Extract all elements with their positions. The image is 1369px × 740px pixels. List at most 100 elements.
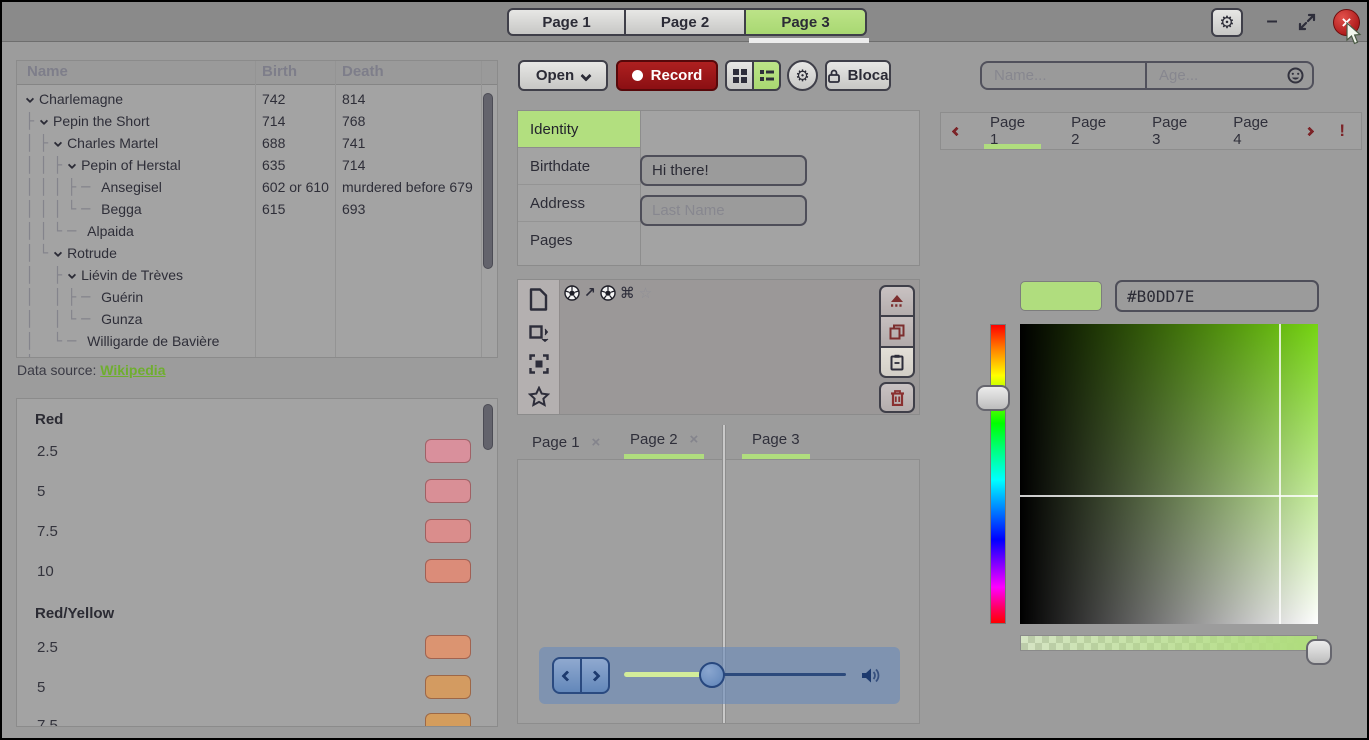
table-row[interactable]: │││├─Ansegisel602 or 610murdered before … xyxy=(17,176,481,198)
color-swatch[interactable] xyxy=(425,519,471,543)
volume-button[interactable] xyxy=(861,666,882,685)
doc-tab-page1[interactable]: Page 1 × xyxy=(532,425,600,459)
title-tab-page2[interactable]: Page 2 xyxy=(625,8,745,36)
chevron-down-icon[interactable] xyxy=(54,249,62,257)
tree-guides: │└ xyxy=(25,244,53,262)
tree-death: 814 xyxy=(342,91,365,107)
chevron-down-icon[interactable] xyxy=(40,117,48,125)
doc-tab-label: Page 2 xyxy=(630,431,678,448)
form-item-address[interactable]: Address xyxy=(518,185,640,222)
tree-guides: ├ xyxy=(25,354,39,358)
chevron-down-icon[interactable] xyxy=(68,271,76,279)
right-tab-page3[interactable]: Page 3 xyxy=(1146,113,1203,149)
name-input[interactable]: Name... xyxy=(982,63,1147,88)
alpha-slider[interactable] xyxy=(1020,635,1318,651)
right-tab-page1[interactable]: Page 1 xyxy=(984,113,1041,149)
minimize-button[interactable]: – xyxy=(1260,4,1284,38)
title-tab-page1[interactable]: Page 1 xyxy=(507,8,625,36)
doc-tab-page3[interactable]: Page 3 xyxy=(742,425,810,459)
table-row[interactable]: Charlemagne742814 xyxy=(17,88,481,110)
tree-death: 741 xyxy=(342,135,365,151)
chevron-down-icon xyxy=(581,70,592,81)
table-row[interactable]: │ └─Willigarde de Bavière xyxy=(17,330,481,352)
split-divider[interactable] xyxy=(722,425,726,460)
next-button[interactable] xyxy=(581,657,610,694)
tree-scrollbar-thumb[interactable] xyxy=(483,93,493,269)
emoji-icon[interactable] xyxy=(1287,67,1304,84)
table-row[interactable]: │││└─Begga615693 xyxy=(17,198,481,220)
table-row[interactable]: │ │└─Gunza xyxy=(17,308,481,330)
palette-scrollbar-thumb[interactable] xyxy=(483,404,493,450)
saturation-value-square[interactable] xyxy=(1020,324,1318,624)
grid-view-button[interactable] xyxy=(725,60,753,91)
alpha-slider-handle[interactable] xyxy=(1306,639,1332,665)
color-swatch[interactable] xyxy=(425,439,471,463)
first-name-value: Hi there! xyxy=(652,162,709,179)
view-toggle-group xyxy=(725,60,781,91)
age-input[interactable]: Age... xyxy=(1147,63,1312,88)
chevron-down-icon[interactable] xyxy=(54,139,62,147)
column-header-name[interactable]: Name xyxy=(27,63,68,80)
chevron-down-icon[interactable] xyxy=(26,95,34,103)
copy-button[interactable] xyxy=(879,316,915,347)
settings-button[interactable]: ⚙ xyxy=(1211,8,1243,37)
delete-button[interactable] xyxy=(879,382,915,413)
paste-button[interactable] xyxy=(879,347,915,378)
toolbar-settings-button[interactable]: ⚙ xyxy=(787,60,818,91)
table-row[interactable]: │├Charles Martel688741 xyxy=(17,132,481,154)
first-name-input[interactable]: Hi there! xyxy=(640,155,807,186)
seek-slider[interactable] xyxy=(624,673,846,677)
doc-tab-page2[interactable]: Page 2 × xyxy=(624,425,704,459)
close-tab-icon[interactable]: × xyxy=(592,434,601,451)
bloca-lock-button[interactable]: Bloca xyxy=(825,60,891,91)
column-header-death[interactable]: Death xyxy=(342,63,384,80)
list-view-button[interactable] xyxy=(753,60,781,91)
transform-button[interactable] xyxy=(529,322,549,342)
tabs-scroll-right-button[interactable] xyxy=(1296,113,1323,149)
palette-item-label: 7.5 xyxy=(37,717,58,727)
record-button[interactable]: Record xyxy=(616,60,718,91)
form-item-pages[interactable]: Pages xyxy=(518,222,640,259)
new-file-button[interactable] xyxy=(529,288,548,311)
table-row[interactable]: ├Pepin the Short714768 xyxy=(17,110,481,132)
last-name-input[interactable]: Last Name xyxy=(640,195,807,226)
table-row[interactable]: ├Bertrade of Laon719783 xyxy=(17,352,481,358)
right-tab-page4[interactable]: Page 4 xyxy=(1227,113,1284,149)
table-row[interactable]: │ │├─Guérin xyxy=(17,286,481,308)
color-swatch[interactable] xyxy=(425,559,471,583)
table-row[interactable]: │└Rotrude xyxy=(17,242,481,264)
record-dot-icon xyxy=(632,70,643,81)
slider-handle[interactable] xyxy=(699,662,725,688)
tabs-overflow-indicator[interactable]: ! xyxy=(1323,113,1361,149)
center-view-button[interactable] xyxy=(529,354,549,374)
maximize-button[interactable] xyxy=(1296,11,1318,33)
column-header-birth[interactable]: Birth xyxy=(262,63,297,80)
tabs-scroll-left-button[interactable] xyxy=(941,113,972,149)
color-swatch[interactable] xyxy=(425,675,471,699)
color-swatch[interactable] xyxy=(425,635,471,659)
favorite-button[interactable] xyxy=(528,386,550,407)
canvas-right-toolbar xyxy=(879,285,917,413)
color-swatch[interactable] xyxy=(425,713,471,727)
close-tab-icon[interactable]: × xyxy=(690,431,699,448)
tree-guides: │ │├─ xyxy=(25,288,95,306)
table-row[interactable]: ││├Pepin of Herstal635714 xyxy=(17,154,481,176)
form-item-identity[interactable]: Identity xyxy=(518,111,640,148)
previous-button[interactable] xyxy=(552,657,581,694)
form-item-birthdate[interactable]: Birthdate xyxy=(518,148,640,185)
title-tab-page3[interactable]: Page 3 xyxy=(745,8,867,36)
table-row[interactable]: ││└─Alpaida xyxy=(17,220,481,242)
right-tab-page2[interactable]: Page 2 xyxy=(1065,113,1122,149)
color-swatch[interactable] xyxy=(425,479,471,503)
hue-slider-handle[interactable] xyxy=(976,385,1010,411)
chevron-down-icon[interactable] xyxy=(68,161,76,169)
current-color-swatch[interactable] xyxy=(1020,281,1102,311)
table-row[interactable]: │ ├Liévin de Trèves xyxy=(17,264,481,286)
last-name-placeholder: Last Name xyxy=(652,202,725,219)
hex-color-input[interactable]: #B0DD7E xyxy=(1115,280,1319,312)
upload-button[interactable] xyxy=(879,285,915,316)
open-dropdown-button[interactable]: Open xyxy=(518,60,608,91)
hue-slider[interactable] xyxy=(990,324,1006,624)
wikipedia-link[interactable]: Wikipedia xyxy=(100,362,165,378)
palette-section-title: Red xyxy=(35,411,63,428)
